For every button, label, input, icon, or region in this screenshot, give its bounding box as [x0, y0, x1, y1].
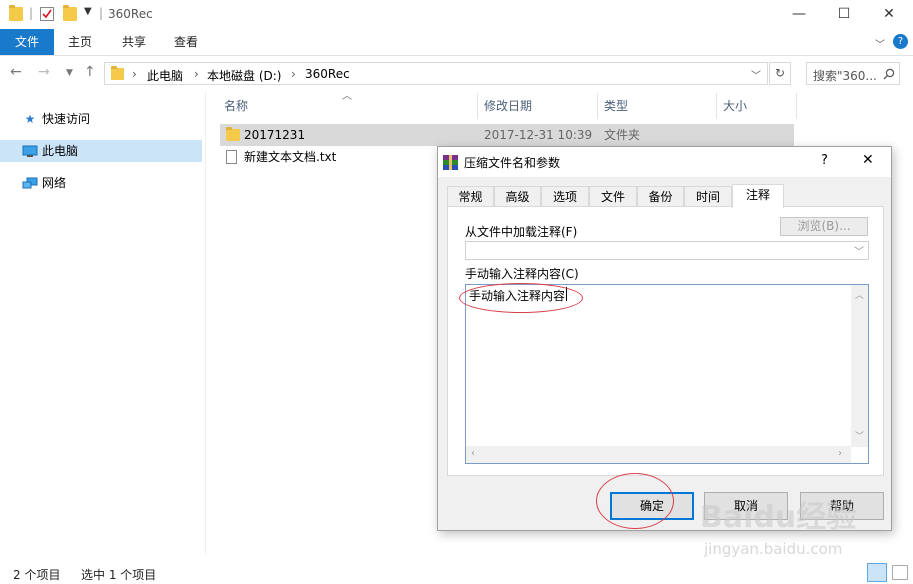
watermark-url: jingyan.baidu.com [704, 540, 843, 558]
comment-file-select[interactable]: ﹀ [465, 241, 869, 260]
sidebar-item-label: 此电脑 [42, 144, 79, 158]
breadcrumb-separator[interactable]: › [132, 67, 137, 81]
text-file-icon [226, 150, 237, 164]
navigation-bar: ← → ▼ ↑ › 此电脑 › 本地磁盘 (D:) › 360Rec ﹀ ↻ 搜… [0, 58, 913, 88]
watermark: Baidu经验 jingyan.baidu.com [700, 484, 870, 564]
manual-comment-label: 手动输入注释内容(C) [465, 267, 579, 281]
tab-options[interactable]: 选项 [541, 186, 589, 207]
sidebar-item-label: 网络 [42, 176, 67, 190]
dialog-close-button[interactable]: ✕ [862, 152, 874, 168]
tab-file[interactable]: 文件 [0, 29, 54, 55]
file-modified: 2017-12-31 10:39 [484, 128, 593, 142]
scroll-left-icon[interactable]: ‹ [471, 448, 475, 459]
file-type: 文件夹 [604, 128, 641, 142]
help-icon[interactable]: ? [893, 34, 908, 49]
details-view-icon[interactable] [867, 563, 887, 582]
window-titlebar: | ▼ | 360Rec — ☐ ✕ [0, 0, 913, 29]
item-count: 2 个项目 [13, 568, 61, 582]
customize-toolbar-icon[interactable]: ▼ [84, 6, 92, 17]
tab-files[interactable]: 文件 [589, 186, 637, 207]
sidebar-item-this-pc[interactable]: 此电脑 [0, 140, 202, 162]
navigation-pane: ★ 快速访问 此电脑 网络 [0, 92, 206, 554]
computer-icon [22, 140, 38, 162]
search-input[interactable]: 搜索"360... [806, 62, 900, 85]
sidebar-item-label: 快速访问 [42, 112, 91, 126]
dialog-titlebar: 压缩文件名和参数 ? ✕ [438, 147, 891, 177]
column-header-size[interactable]: 大小 [723, 97, 747, 117]
ribbon-tabs: 文件 主页 共享 查看 ﹀ ? [0, 29, 913, 56]
status-bar: 2 个项目 选中 1 个项目 [0, 562, 913, 584]
chevron-down-icon[interactable]: ﹀ [854, 243, 864, 258]
file-row[interactable]: 新建文本文档.txt [220, 146, 435, 168]
refresh-button[interactable]: ↻ [769, 62, 791, 85]
separator: | [29, 6, 34, 20]
scroll-up-icon[interactable]: ︿ [855, 288, 864, 301]
annotation-ellipse [459, 283, 583, 313]
breadcrumb-separator[interactable]: › [291, 67, 296, 81]
tab-backup[interactable]: 备份 [637, 186, 684, 207]
archive-options-dialog: 压缩文件名和参数 ? ✕ 常规 高级 选项 文件 备份 时间 注释 浏览(B).… [437, 146, 892, 531]
sidebar-item-quick-access[interactable]: ★ 快速访问 [22, 108, 90, 130]
breadcrumb-this-pc[interactable]: 此电脑 [147, 67, 183, 84]
dialog-title: 压缩文件名和参数 [464, 156, 561, 170]
close-button[interactable]: ✕ [866, 0, 912, 29]
sidebar-item-network[interactable]: 网络 [22, 172, 66, 194]
file-row[interactable]: 20171231 2017-12-31 10:39 文件夹 [220, 124, 794, 146]
new-folder-icon[interactable] [63, 5, 77, 21]
column-header-modified[interactable]: 修改日期 [484, 97, 532, 117]
star-icon: ★ [24, 112, 36, 126]
breadcrumb-separator[interactable]: › [194, 67, 199, 81]
scroll-down-icon[interactable]: ﹀ [855, 429, 864, 442]
tab-general[interactable]: 常规 [447, 186, 494, 207]
file-name: 新建文本文档.txt [244, 150, 337, 164]
winrar-icon [443, 155, 458, 170]
breadcrumb-drive[interactable]: 本地磁盘 (D:) [207, 67, 281, 84]
properties-icon[interactable] [40, 7, 54, 21]
horizontal-scrollbar[interactable]: ‹ › [466, 446, 851, 463]
address-bar[interactable]: › 此电脑 › 本地磁盘 (D:) › 360Rec ﹀ [104, 62, 768, 85]
column-divider[interactable] [796, 93, 797, 119]
folder-icon [9, 5, 23, 21]
tab-share[interactable]: 共享 [108, 29, 160, 55]
column-header-type[interactable]: 类型 [604, 97, 628, 117]
browse-button[interactable]: 浏览(B)... [780, 217, 868, 236]
back-arrow-icon[interactable]: ← [10, 64, 22, 80]
column-divider[interactable] [716, 93, 717, 119]
separator: | [99, 6, 104, 20]
minimize-button[interactable]: — [776, 0, 822, 29]
folder-icon [226, 127, 240, 141]
column-divider[interactable] [597, 93, 598, 119]
search-placeholder: 搜索"360... [813, 69, 877, 83]
maximize-button[interactable]: ☐ [821, 0, 867, 29]
expand-ribbon-icon[interactable]: ﹀ [875, 36, 885, 51]
column-divider[interactable] [477, 93, 478, 119]
load-from-file-label: 从文件中加载注释(F) [465, 225, 578, 239]
annotation-ellipse [596, 473, 674, 529]
tab-comment[interactable]: 注释 [732, 184, 784, 208]
watermark-brand: Baidu经验 [700, 500, 857, 535]
search-icon [883, 68, 895, 80]
breadcrumb-folder[interactable]: 360Rec [305, 67, 350, 81]
tab-view[interactable]: 查看 [160, 29, 212, 55]
tab-home[interactable]: 主页 [54, 29, 106, 55]
vertical-scrollbar[interactable]: ︿ ﹀ [851, 285, 868, 447]
tab-advanced[interactable]: 高级 [494, 186, 541, 207]
address-dropdown-icon[interactable]: ﹀ [751, 67, 761, 82]
column-header-name[interactable]: 名称 [224, 97, 248, 117]
recent-locations-icon[interactable]: ▼ [66, 68, 73, 78]
window-title: 360Rec [108, 7, 153, 21]
tab-time[interactable]: 时间 [684, 186, 732, 207]
network-icon [22, 172, 38, 194]
up-arrow-icon[interactable]: ↑ [84, 64, 96, 80]
dialog-help-button[interactable]: ? [821, 153, 828, 168]
selected-count: 选中 1 个项目 [81, 568, 157, 582]
sort-ascending-icon: ︿ [342, 91, 352, 102]
scroll-right-icon[interactable]: › [838, 448, 842, 459]
forward-arrow-icon[interactable]: → [38, 64, 50, 80]
folder-icon [111, 66, 124, 80]
file-name: 20171231 [244, 128, 306, 142]
dialog-tabs: 常规 高级 选项 文件 备份 时间 注释 [447, 184, 884, 208]
comment-tab-panel: 浏览(B)... 从文件中加载注释(F) ﹀ 手动输入注释内容(C) 手动输入注… [447, 206, 884, 476]
large-icons-view-icon[interactable] [892, 565, 908, 580]
